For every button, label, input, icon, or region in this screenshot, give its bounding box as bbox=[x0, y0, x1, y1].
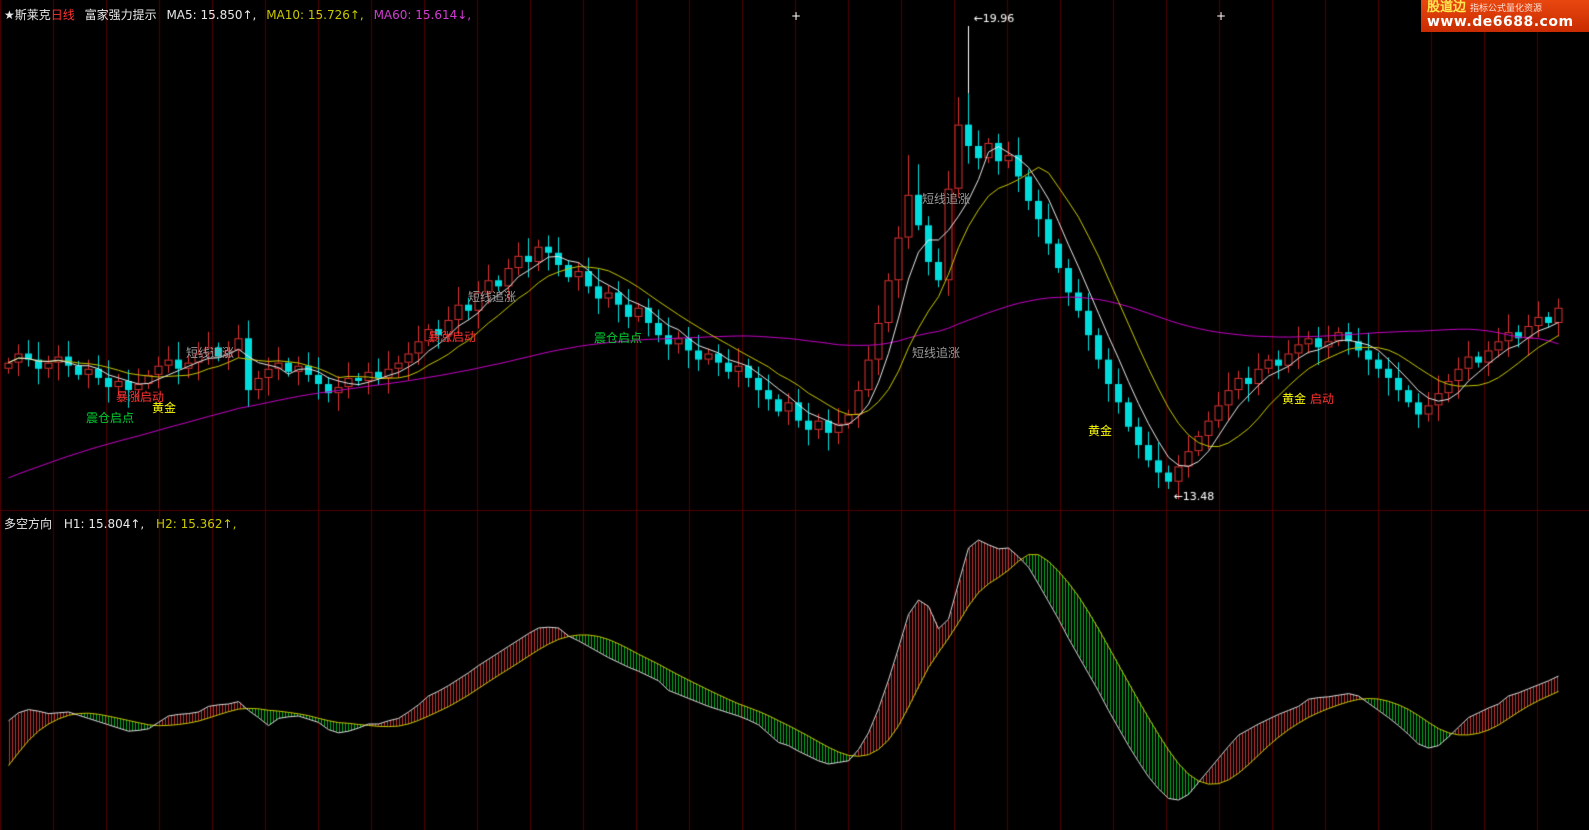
chart-canvas[interactable] bbox=[0, 0, 1589, 830]
indicator-name: 多空方向 bbox=[4, 517, 52, 531]
ma5-label: MA5: 15.850↑, bbox=[166, 8, 256, 22]
ad-banner[interactable]: 股道边 指标公式量化资源 www.de6688.com bbox=[1421, 0, 1589, 32]
ad-brand: 股道边 bbox=[1427, 1, 1466, 15]
ad-url: www.de6688.com bbox=[1427, 15, 1583, 30]
ad-banner-top: 股道边 指标公式量化资源 bbox=[1427, 1, 1583, 15]
stock-title: ★斯莱克 bbox=[4, 8, 51, 22]
ma60-label: MA60: 15.614↓, bbox=[374, 8, 472, 22]
main-chart-header: ★斯莱克日线 富家强力提示 MA5: 15.850↑, MA10: 15.726… bbox=[4, 6, 477, 23]
h2-label: H2: 15.362↑, bbox=[156, 517, 236, 531]
chart-window: ★斯莱克日线 富家强力提示 MA5: 15.850↑, MA10: 15.726… bbox=[0, 0, 1589, 830]
period-label[interactable]: 日线 bbox=[51, 8, 75, 22]
ma10-label: MA10: 15.726↑, bbox=[266, 8, 364, 22]
formula-hint: 富家强力提示 bbox=[85, 8, 157, 22]
h1-label: H1: 15.804↑, bbox=[64, 517, 144, 531]
indicator-header: 多空方向 H1: 15.804↑, H2: 15.362↑, bbox=[4, 515, 244, 532]
